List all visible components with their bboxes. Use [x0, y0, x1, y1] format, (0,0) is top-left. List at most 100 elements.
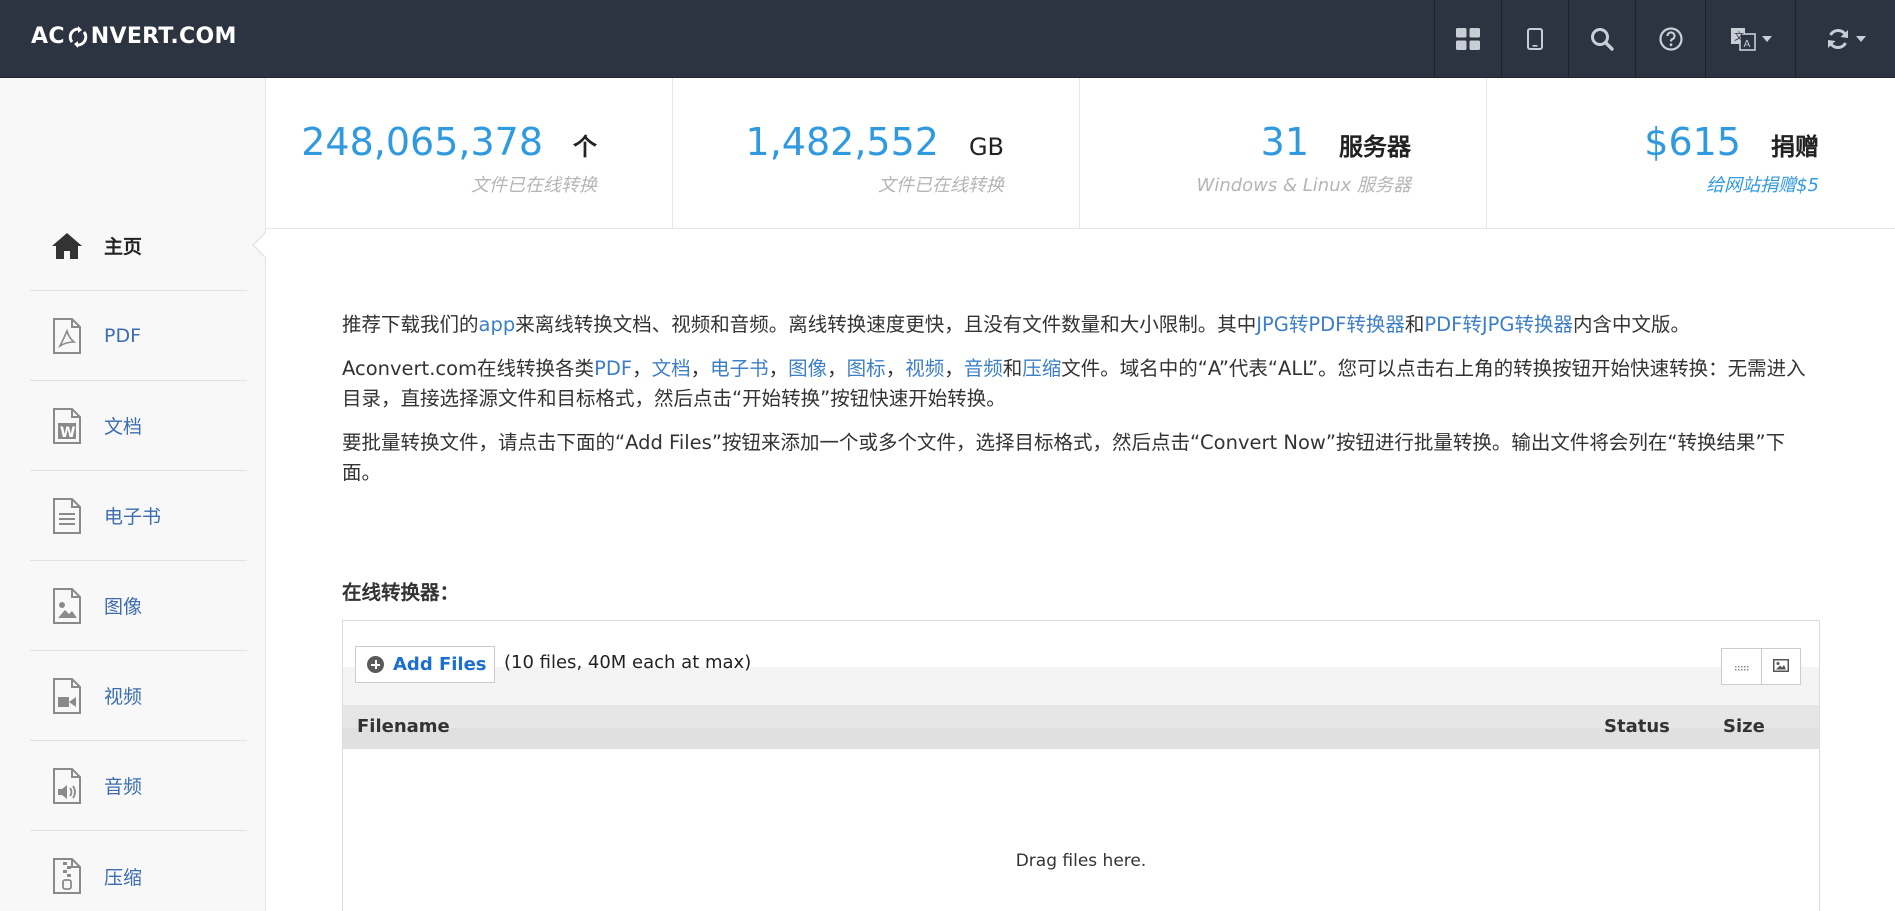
sidebar-item-image[interactable]: 图像: [30, 561, 247, 651]
category-link-video[interactable]: 视频: [905, 357, 944, 380]
file-drop-zone[interactable]: Drag files here.: [343, 749, 1819, 911]
sidebar-item-archive[interactable]: 压缩: [30, 831, 247, 911]
navbar-actions: 文A: [1434, 0, 1895, 78]
quick-convert-dropdown[interactable]: [1795, 0, 1895, 78]
tablet-icon: [1527, 28, 1543, 50]
sidebar-item-label: 文档: [104, 416, 143, 438]
stat-number: 1,482,552: [745, 120, 939, 164]
stat-unit: GB: [968, 133, 1004, 161]
sidebar-item-home[interactable]: 主页: [30, 201, 247, 291]
mobile-version-button[interactable]: [1501, 0, 1568, 78]
sidebar-item-label: PDF: [104, 324, 142, 347]
pdf-to-jpg-link[interactable]: PDF转JPG转换器: [1424, 313, 1573, 336]
svg-text:A: A: [1743, 39, 1750, 50]
stat-unit: 个: [573, 133, 597, 161]
svg-text:W: W: [60, 425, 75, 441]
word-file-icon: W: [50, 407, 84, 445]
main-content: 248,065,378 个 文件已在线转换 1,482,552 GB 文件已在线…: [266, 78, 1895, 911]
file-converter-panel: Add Files (10 files, 40M each at max) Fi…: [342, 620, 1820, 911]
ebook-file-icon: [50, 497, 84, 535]
separator: ，: [885, 357, 906, 380]
stat-unit: 服务器: [1339, 133, 1411, 161]
stat-unit: 捐赠: [1771, 133, 1819, 161]
convert-arrows-icon: [67, 25, 89, 48]
stat-caption: Windows & Linux 服务器: [1196, 175, 1411, 196]
donate-link[interactable]: 给网站捐赠$5: [1706, 171, 1819, 197]
thumbnail-view-button[interactable]: [1761, 649, 1800, 684]
language-icon: 文A: [1730, 27, 1756, 51]
svg-text:文: 文: [1734, 30, 1744, 43]
text: 推荐下载我们的: [342, 313, 479, 336]
chevron-down-icon: [1761, 36, 1772, 42]
category-link-audio[interactable]: 音频: [964, 357, 1003, 380]
apps-grid-button[interactable]: [1434, 0, 1501, 78]
category-link-icon[interactable]: 图标: [847, 357, 886, 380]
column-header-filename[interactable]: Filename: [357, 716, 450, 737]
search-button[interactable]: [1568, 0, 1635, 78]
list-dots-icon: [1734, 657, 1749, 676]
upload-limits: (10 files, 40M each at max): [504, 652, 752, 673]
logo-text-left: AC: [31, 24, 65, 49]
stats-bar: 248,065,378 个 文件已在线转换 1,482,552 GB 文件已在线…: [266, 78, 1895, 229]
intro-paragraph-app: 推荐下载我们的app来离线转换文档、视频和音频。离线转换速度更快，且没有文件数量…: [342, 310, 1822, 340]
sidebar-nav: 主页 PDF W 文档 电子书 图像 视频 音频 压缩: [0, 78, 266, 911]
language-dropdown[interactable]: 文A: [1705, 0, 1795, 78]
separator: ，: [768, 357, 789, 380]
category-link-ebook[interactable]: 电子书: [710, 357, 769, 380]
category-link-document[interactable]: 文档: [652, 357, 691, 380]
jpg-to-pdf-link[interactable]: JPG转PDF转换器: [1256, 313, 1405, 336]
sidebar-item-pdf[interactable]: PDF: [30, 291, 247, 381]
stat-caption: 文件已在线转换: [471, 175, 597, 196]
stat-caption: 文件已在线转换: [878, 175, 1004, 196]
column-header-size[interactable]: Size: [1723, 716, 1765, 737]
sidebar-item-ebook[interactable]: 电子书: [30, 471, 247, 561]
app-link[interactable]: app: [479, 313, 516, 336]
list-view-button[interactable]: [1722, 649, 1761, 684]
column-header-status[interactable]: Status: [1604, 716, 1670, 737]
category-link-pdf[interactable]: PDF: [594, 357, 632, 380]
help-icon: [1658, 27, 1683, 51]
text: 和: [1404, 313, 1425, 336]
plus-circle-icon: [367, 656, 384, 673]
category-link-archive[interactable]: 压缩: [1022, 357, 1061, 380]
sidebar-item-label: 主页: [104, 236, 143, 258]
sidebar-item-document[interactable]: W 文档: [30, 381, 247, 471]
add-files-label: Add Files: [393, 654, 487, 675]
intro-paragraph-categories: Aconvert.com在线转换各类PDF，文档，电子书，图像，图标，视频，音频…: [342, 354, 1822, 414]
search-icon: [1590, 27, 1614, 51]
file-table-header: Filename Status Size: [343, 705, 1819, 749]
separator: ，: [690, 357, 711, 380]
separator: ，: [944, 357, 964, 380]
sidebar-item-label: 电子书: [104, 506, 162, 528]
intro-paragraph-batch: 要批量转换文件，请点击下面的“Add Files”按钮来添加一个或多个文件，选择…: [342, 431, 1786, 484]
separator: ，: [827, 357, 847, 380]
sidebar-item-video[interactable]: 视频: [30, 651, 247, 741]
stat-donations: $615 捐赠 给网站捐赠$5: [1487, 78, 1894, 229]
stat-data-converted: 1,482,552 GB 文件已在线转换: [673, 78, 1080, 229]
stat-number: 31: [1260, 120, 1309, 164]
apps-grid-icon: [1456, 28, 1480, 50]
converter-title: 在线转换器：: [342, 581, 460, 604]
text: Aconvert.com在线转换各类: [342, 357, 595, 380]
help-button[interactable]: [1635, 0, 1705, 78]
pdf-file-icon: [50, 317, 84, 355]
home-icon: [50, 227, 84, 265]
sidebar-item-label: 压缩: [104, 866, 143, 889]
stat-number: $615: [1644, 120, 1741, 164]
drop-hint: Drag files here.: [1015, 851, 1147, 871]
picture-icon: [1773, 657, 1789, 676]
stat-number: 248,065,378: [301, 120, 543, 164]
stat-servers: 31 服务器 Windows & Linux 服务器: [1080, 78, 1487, 229]
text: 来离线转换文档、视频和音频。离线转换速度更快，且没有文件数量和大小限制。其中: [515, 313, 1257, 336]
sidebar-item-label: 视频: [104, 686, 143, 708]
view-toggle: [1721, 648, 1801, 685]
sidebar-item-label: 图像: [104, 596, 143, 618]
archive-file-icon: [50, 857, 84, 895]
site-logo[interactable]: AC NVERT.COM: [31, 24, 237, 49]
category-link-image[interactable]: 图像: [788, 357, 827, 380]
stat-files-converted: 248,065,378 个 文件已在线转换: [266, 78, 673, 229]
sidebar-item-label: 音频: [104, 776, 143, 798]
add-files-button[interactable]: Add Files: [355, 646, 495, 683]
intro-text: 推荐下载我们的app来离线转换文档、视频和音频。离线转换速度更快，且没有文件数量…: [342, 310, 1822, 502]
sidebar-item-audio[interactable]: 音频: [30, 741, 247, 831]
